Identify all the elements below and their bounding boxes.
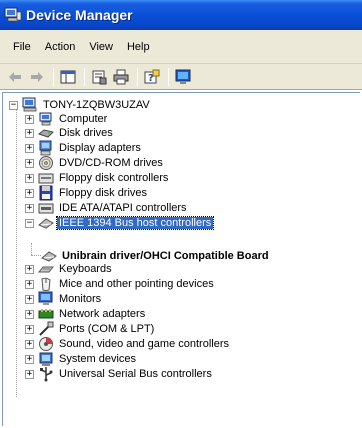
tree-category-universal-serial-bus-controllers[interactable]: + Universal Serial Bus controllers (25, 366, 214, 382)
expand-toggle[interactable]: + (25, 173, 34, 183)
help-icon[interactable]: ? (143, 68, 161, 86)
tree-category-mice-and-other-pointing-devices[interactable]: + Mice and other pointing devices (25, 276, 216, 292)
tree-category-display-adapters[interactable]: + Display adapters (25, 140, 143, 156)
expand-toggle[interactable]: + (25, 158, 34, 168)
window-title: Device Manager (26, 7, 133, 23)
tree-connector (31, 255, 41, 256)
collapse-toggle[interactable]: − (9, 100, 18, 110)
toolbar-separator (137, 67, 138, 86)
tree-category-monitors[interactable]: + Monitors (25, 291, 103, 307)
category-label: Network adapters (59, 308, 146, 320)
category-label: Mice and other pointing devices (59, 278, 214, 290)
menu-action[interactable]: Action (38, 41, 83, 53)
disk-drive-icon (37, 125, 54, 141)
tree-category-network-adapters[interactable]: + Network adapters (25, 306, 147, 322)
expand-toggle[interactable]: + (25, 203, 34, 213)
tree-category-dvd-cd-rom-drives[interactable]: + DVD/CD-ROM drives (25, 155, 165, 171)
category-label: Keyboards (59, 263, 112, 275)
tree-category-floppy-disk-drives[interactable]: + Floppy disk drives (25, 185, 149, 201)
tree-connector (31, 243, 32, 255)
display-adapter-icon (38, 140, 54, 156)
port-icon (38, 321, 54, 337)
cdrom-icon (38, 155, 54, 171)
category-label: IDE ATA/ATAPI controllers (59, 202, 187, 214)
category-label: Display adapters (59, 142, 141, 154)
category-label: Universal Serial Bus controllers (59, 368, 212, 380)
tree-category-ports-com-lpt[interactable]: + Ports (COM & LPT) (25, 321, 156, 337)
title-bar[interactable]: Device Manager (0, 0, 362, 30)
tree-category-ide-ata-atapi-controllers[interactable]: + IDE ATA/ATAPI controllers (25, 200, 189, 216)
category-label: Sound, video and game controllers (59, 338, 229, 350)
device-manager-icon (4, 7, 22, 23)
mouse-icon (38, 276, 54, 292)
floppy-drive-icon (38, 185, 54, 201)
system-device-icon (38, 351, 54, 367)
toolbar-separator (84, 67, 85, 86)
tree-category-system-devices[interactable]: + System devices (25, 351, 138, 367)
tree-category-ieee-1394-bus-host-controllers[interactable]: − IEEE 1394 Bus host controllers (25, 215, 215, 231)
category-label: IEEE 1394 Bus host controllers (55, 216, 215, 230)
scan-hardware-icon[interactable] (174, 68, 192, 86)
category-label: Floppy disk drives (59, 187, 148, 199)
back-arrow-icon[interactable] (6, 68, 24, 86)
menu-help[interactable]: Help (120, 41, 157, 53)
menu-view[interactable]: View (82, 41, 120, 53)
tree-category-sound-video-and-game-controllers[interactable]: + Sound, video and game controllers (25, 336, 231, 352)
expand-toggle[interactable]: + (25, 114, 34, 124)
expand-toggle[interactable]: + (25, 369, 34, 379)
ieee1394-device-icon (41, 248, 57, 264)
expand-toggle[interactable]: + (25, 309, 34, 319)
sound-icon (38, 336, 54, 352)
expand-toggle[interactable]: + (25, 128, 34, 138)
expand-toggle[interactable]: + (25, 188, 34, 198)
toolbar-separator (168, 67, 169, 86)
device-unibrain[interactable]: Unibrain driver/OHCI Compatible Board (41, 248, 271, 264)
tree-category-floppy-disk-controllers[interactable]: + Floppy disk controllers (25, 170, 170, 186)
collapse-toggle[interactable]: − (25, 218, 34, 228)
device-label: Unibrain driver/OHCI Compatible Board (62, 250, 269, 262)
category-label: System devices (59, 353, 137, 365)
category-label: DVD/CD-ROM drives (59, 157, 163, 169)
device-tree[interactable]: − TONY-1ZQBW3UZAV + Computer + Disk drives +… (2, 92, 360, 426)
ide-controller-icon (38, 200, 54, 216)
category-label: Computer (59, 113, 108, 125)
expand-toggle[interactable]: + (25, 294, 34, 304)
toolbar: ? (0, 64, 362, 90)
usb-icon (38, 366, 54, 382)
category-label: Disk drives (59, 127, 113, 139)
computer-name: TONY-1ZQBW3UZAV (43, 99, 150, 111)
network-adapter-icon (38, 306, 54, 322)
expand-toggle[interactable]: + (25, 354, 34, 364)
category-label: Floppy disk controllers (59, 172, 169, 184)
expand-toggle[interactable]: + (25, 143, 34, 153)
expand-toggle[interactable]: + (25, 324, 34, 334)
ieee1394-icon (38, 215, 54, 231)
expand-toggle[interactable]: + (25, 279, 34, 289)
properties-icon[interactable] (90, 68, 108, 86)
expand-toggle[interactable]: + (25, 339, 34, 349)
category-label: Ports (COM & LPT) (59, 323, 155, 335)
show-hide-tree-icon[interactable] (59, 68, 77, 86)
print-icon[interactable] (112, 68, 130, 86)
category-label: Monitors (59, 293, 102, 305)
toolbar-separator (53, 67, 54, 86)
tree-category-disk-drives[interactable]: + Disk drives (25, 125, 115, 141)
menu-file[interactable]: File (6, 41, 38, 53)
monitor-icon (38, 291, 54, 307)
tree-connector (16, 107, 17, 397)
forward-arrow-icon[interactable] (28, 68, 46, 86)
floppy-controller-icon (38, 170, 54, 186)
expand-toggle[interactable]: + (25, 264, 34, 274)
menu-bar: File Action View Help (0, 30, 362, 64)
